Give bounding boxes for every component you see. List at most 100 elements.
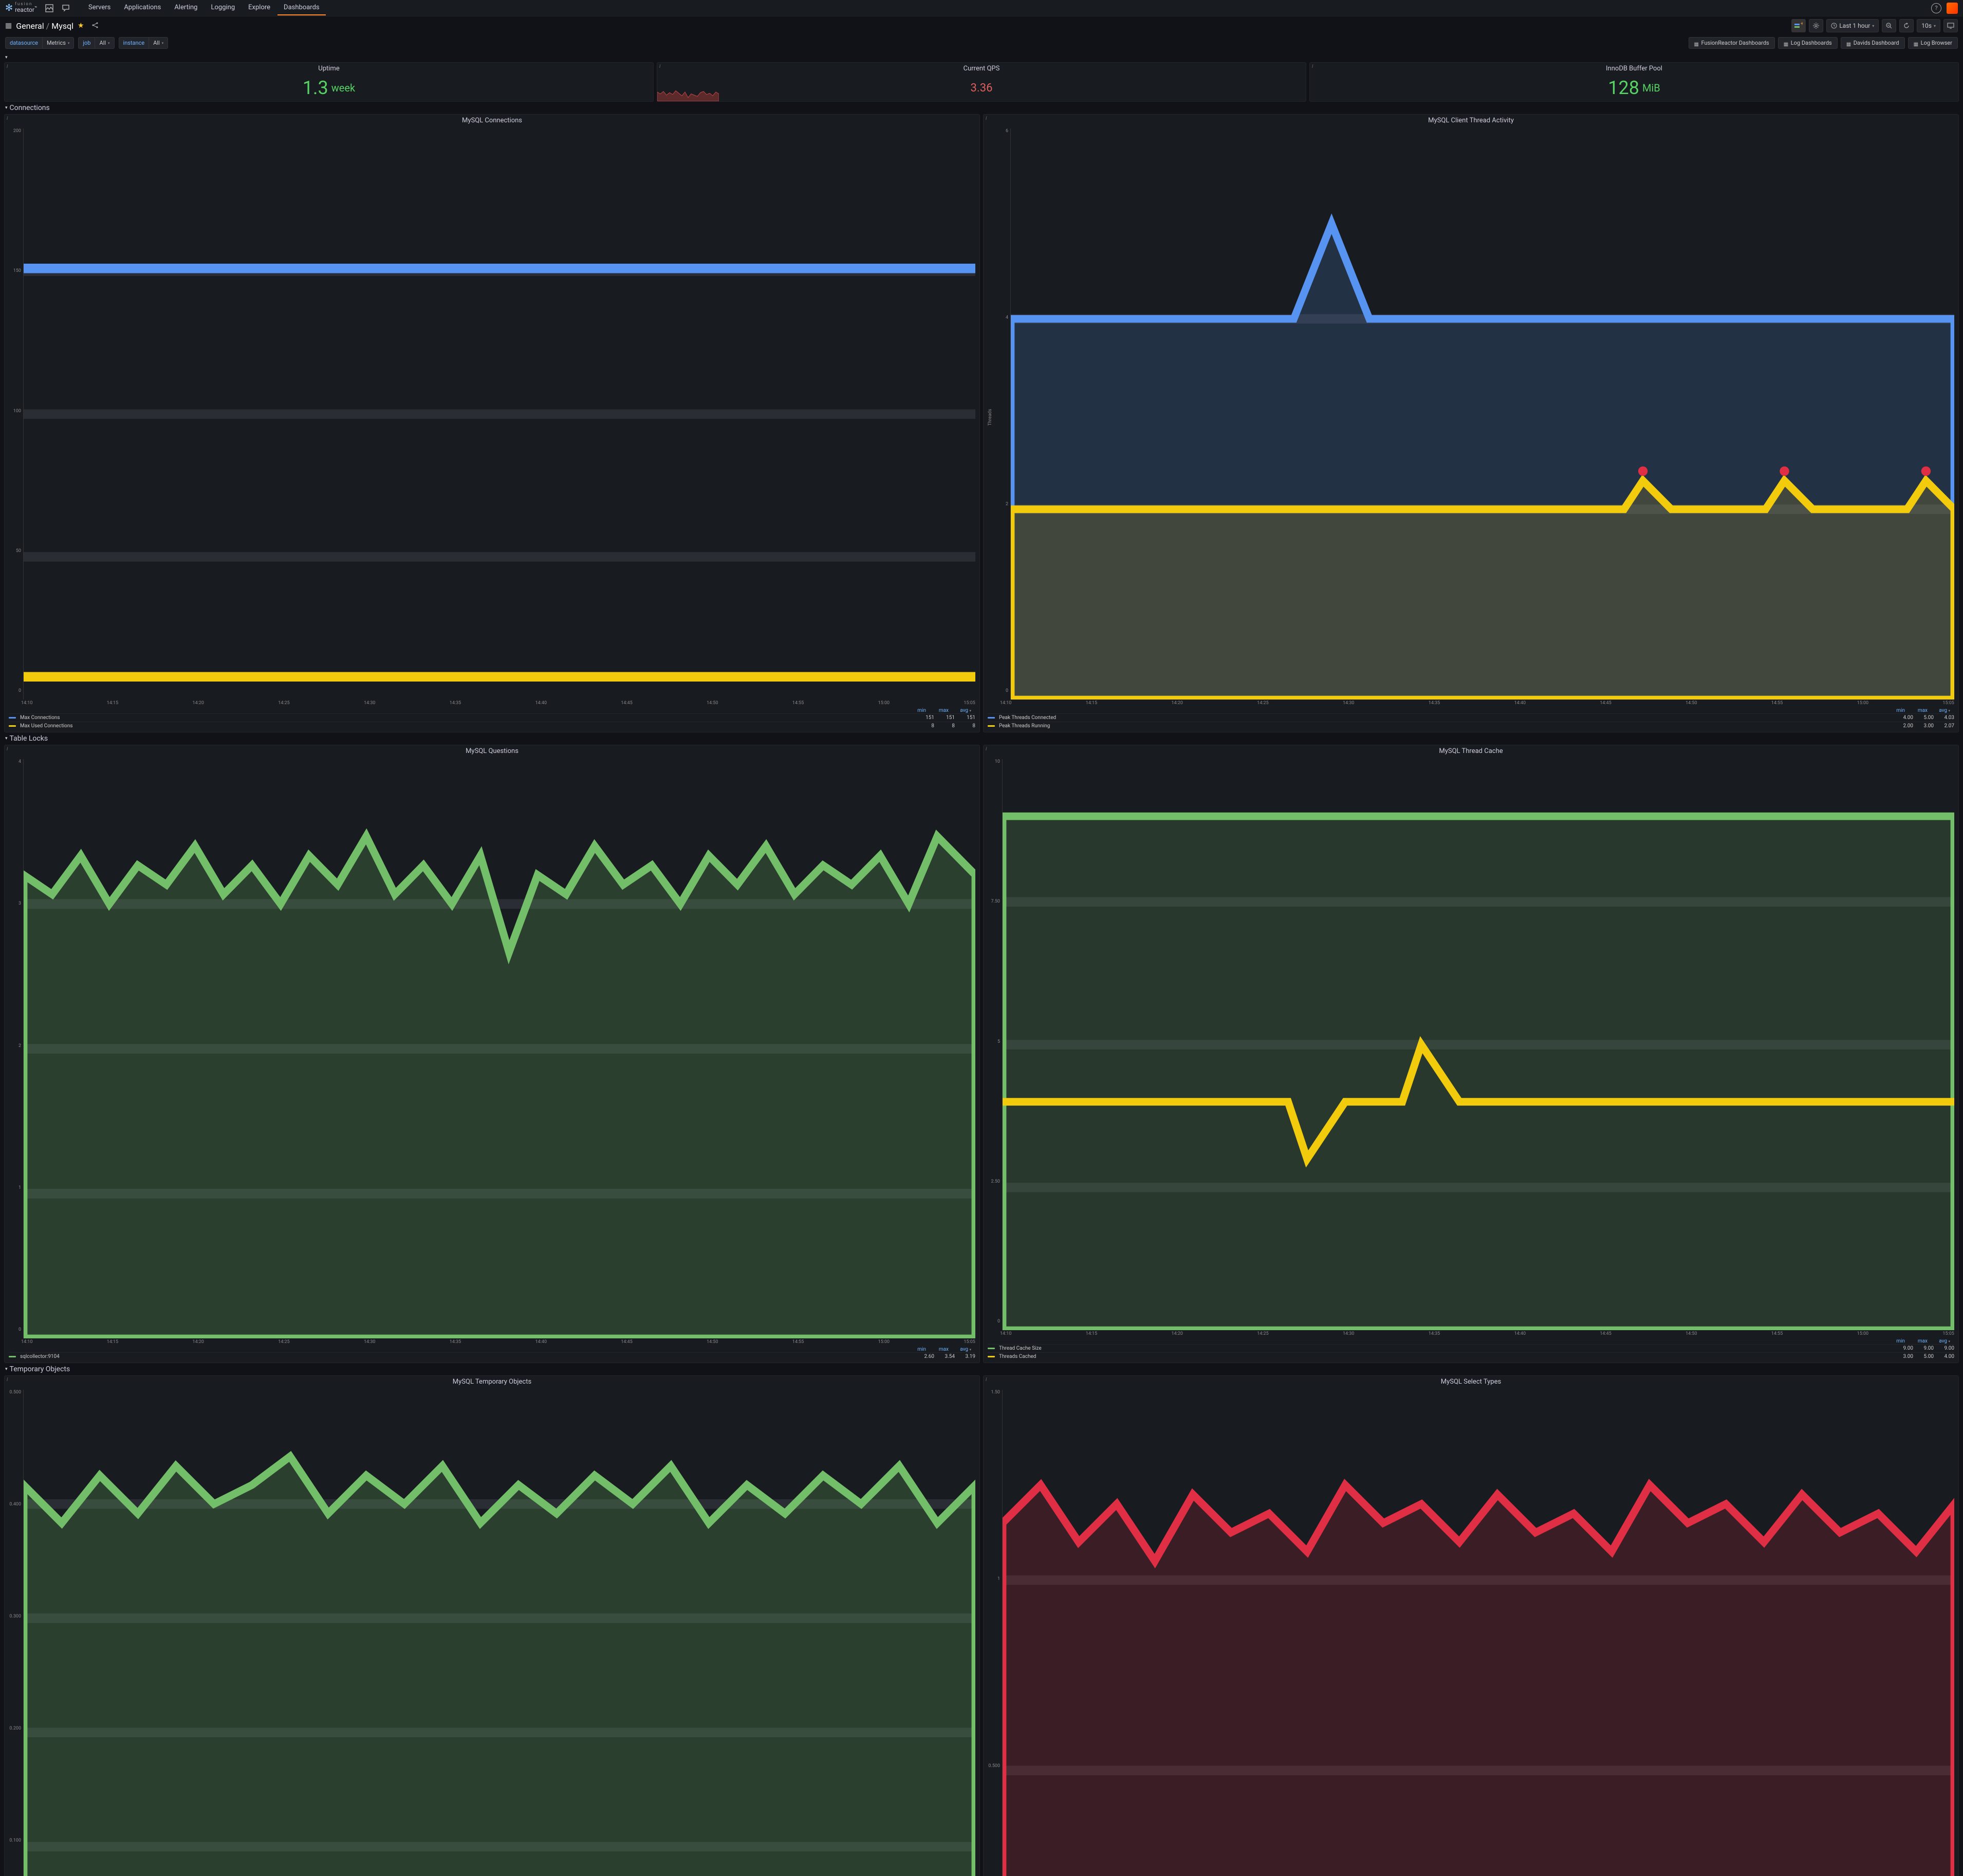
time-label: Last 1 hour (1839, 22, 1870, 29)
panel-mysql-connections[interactable]: i MySQL Connections 200150100500 14:1014… (4, 114, 980, 732)
add-panel-button[interactable]: + (1791, 19, 1806, 32)
help-icon[interactable]: ? (1931, 3, 1941, 13)
panel-thread-activity[interactable]: i MySQL Client Thread Activity Threads 6… (983, 114, 1959, 732)
legend-row[interactable]: Threads Cached3.005.004.00 (988, 1352, 1954, 1360)
row-header-tempobjects[interactable]: ▾Temporary Objects (0, 1363, 1963, 1375)
panel-title: MySQL Connections (5, 115, 979, 126)
nav-logging[interactable]: Logging (205, 1, 241, 15)
grid-icon (1846, 41, 1851, 45)
panel-select-types[interactable]: i MySQL Select Types 1.5010.5000 14:1014… (983, 1375, 1959, 1876)
chart-plot[interactable] (23, 759, 975, 1338)
chart-plot[interactable] (1002, 759, 1954, 1330)
link-fusionreactor[interactable]: FusionReactor Dashboards (1689, 37, 1775, 49)
panel-uptime[interactable]: i Uptime 1.3week (4, 62, 654, 102)
crumb-root[interactable]: General (16, 21, 44, 31)
panel-buffer[interactable]: i InnoDB Buffer Pool 128MiB (1309, 62, 1959, 102)
col-max[interactable]: max (932, 1347, 949, 1352)
col-max[interactable]: max (1911, 1338, 1928, 1344)
col-min[interactable]: min (910, 708, 926, 713)
chart-plot[interactable] (1002, 1390, 1954, 1876)
refresh-value: 10s (1921, 22, 1932, 29)
row-header-connections[interactable]: ▾Connections (0, 102, 1963, 114)
logo[interactable]: ✻ fusionreactor™ (5, 3, 37, 13)
swatch (988, 717, 995, 719)
y-axis: 1.5010.5000 (988, 1390, 1000, 1876)
var-datasource-value[interactable]: Metrics▾ (42, 37, 74, 49)
legend-row[interactable]: sqlcollector:91042.603.543.19 (9, 1352, 975, 1360)
var-instance-value[interactable]: All▾ (149, 37, 168, 49)
svg-text:+: + (1801, 22, 1803, 27)
chat-icon[interactable] (60, 2, 72, 14)
chart-plot[interactable] (23, 1390, 975, 1876)
nav-alerting[interactable]: Alerting (168, 1, 203, 15)
row-header-tablelocks[interactable]: ▾Table Locks (0, 732, 1963, 745)
legend-row[interactable]: Max Used Connections888 (9, 722, 975, 730)
info-icon[interactable]: i (7, 116, 8, 121)
col-avg[interactable]: avg ▾ (955, 708, 971, 713)
chart-plot[interactable] (23, 128, 975, 700)
panel-title: Uptime (5, 63, 653, 75)
avatar[interactable] (1947, 3, 1958, 14)
legend: min max avg ▾ sqlcollector:91042.603.543.1… (5, 1346, 979, 1363)
y-axis: 107.5052.500 (988, 759, 1000, 1330)
nav-servers[interactable]: Servers (82, 1, 117, 15)
info-icon[interactable]: i (659, 64, 660, 69)
breadcrumb[interactable]: General/Mysql (16, 21, 73, 31)
logo-text: fusionreactor™ (15, 3, 37, 13)
col-min[interactable]: min (1888, 708, 1905, 713)
row-header-empty[interactable]: ▾ (0, 53, 1963, 62)
panel-qps[interactable]: i Current QPS 3.36 (657, 62, 1306, 102)
panel-title: Current QPS (657, 63, 1306, 75)
col-avg[interactable]: avg ▾ (955, 1347, 971, 1352)
info-icon[interactable]: i (986, 746, 987, 752)
link-logdashboards[interactable]: Log Dashboards (1778, 37, 1838, 49)
info-icon[interactable]: i (986, 116, 987, 121)
var-job-value[interactable]: All▾ (95, 37, 114, 49)
link-davids[interactable]: Davids Dashboard (1841, 37, 1905, 49)
legend-row[interactable]: Peak Threads Connected4.005.004.03 (988, 713, 1954, 722)
panel-title: InnoDB Buffer Pool (1310, 63, 1958, 75)
col-max[interactable]: max (1911, 708, 1928, 713)
swatch (988, 1356, 995, 1357)
settings-button[interactable] (1809, 19, 1823, 32)
info-icon[interactable]: i (1312, 64, 1313, 69)
zoom-out-button[interactable] (1882, 19, 1896, 32)
image-icon[interactable] (43, 2, 55, 14)
refresh-interval[interactable]: 10s▾ (1917, 19, 1940, 32)
crumb-page[interactable]: Mysql (51, 21, 73, 31)
refresh-button[interactable] (1899, 19, 1914, 32)
apps-icon[interactable]: ▦ (5, 22, 12, 30)
share-icon[interactable] (91, 22, 99, 30)
legend-row[interactable]: Peak Threads Running2.003.002.07 (988, 722, 1954, 730)
info-icon[interactable]: i (7, 746, 8, 752)
grid-icon (1784, 41, 1788, 45)
col-avg[interactable]: avg ▾ (1934, 708, 1950, 713)
tablelocks-row: i MySQL Questions 43210 14:1014:1514:201… (0, 745, 1963, 1363)
col-max[interactable]: max (932, 708, 949, 713)
panel-temp-objects[interactable]: i MySQL Temporary Objects 0.5000.4000.30… (4, 1375, 980, 1876)
tv-mode-button[interactable] (1943, 19, 1958, 32)
info-icon[interactable]: i (7, 64, 8, 69)
qps-value: 3.36 (971, 82, 993, 95)
col-min[interactable]: min (910, 1347, 926, 1352)
time-picker[interactable]: Last 1 hour ▾ (1826, 19, 1879, 32)
info-icon[interactable]: i (986, 1377, 987, 1383)
link-logbrowser[interactable]: Log Browser (1908, 37, 1958, 49)
panel-thread-cache[interactable]: i MySQL Thread Cache 107.5052.500 14:101… (983, 745, 1959, 1363)
panel-title: MySQL Client Thread Activity (984, 115, 1958, 126)
nav-links: Servers Applications Alerting Logging Ex… (82, 1, 326, 15)
nav-applications[interactable]: Applications (118, 1, 167, 15)
nav-explore[interactable]: Explore (242, 1, 276, 15)
buffer-value: 128 (1608, 77, 1639, 99)
panel-questions[interactable]: i MySQL Questions 43210 14:1014:1514:201… (4, 745, 980, 1363)
nav-dashboards[interactable]: Dashboards (277, 1, 326, 15)
y-axis: 6420 (996, 128, 1008, 700)
star-icon[interactable]: ★ (78, 22, 84, 30)
info-icon[interactable]: i (7, 1377, 8, 1383)
legend-row[interactable]: Thread Cache Size9.009.009.00 (988, 1344, 1954, 1352)
chart-plot[interactable] (1010, 128, 1954, 700)
col-min[interactable]: min (1888, 1338, 1905, 1344)
legend-row[interactable]: Max Connections151151151 (9, 713, 975, 722)
logo-icon: ✻ (5, 3, 13, 13)
col-avg[interactable]: avg ▾ (1934, 1338, 1950, 1344)
